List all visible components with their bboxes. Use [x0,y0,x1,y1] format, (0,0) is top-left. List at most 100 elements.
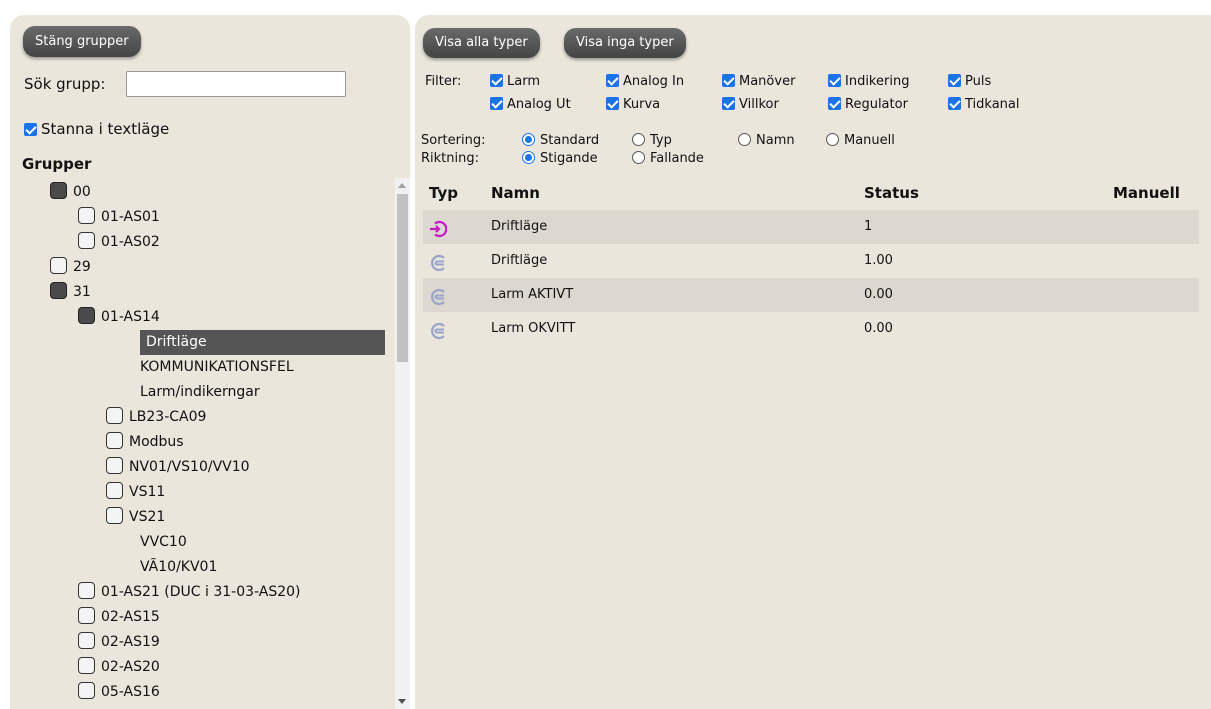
tree-item[interactable]: 05-AS16 [78,680,160,705]
column-header-type[interactable]: Typ [429,184,458,202]
filter-checkbox[interactable]: Regulator [828,97,908,112]
objects-panel [415,15,1211,709]
collapsed-group-icon[interactable] [78,632,95,649]
collapsed-group-icon[interactable] [106,432,123,449]
collapsed-group-icon[interactable] [106,457,123,474]
collapsed-group-icon[interactable] [78,232,95,249]
tree-item-label: 01-AS01 [101,209,160,225]
collapsed-group-icon[interactable] [106,507,123,524]
collapsed-group-icon[interactable] [50,257,67,274]
collapsed-group-icon[interactable] [78,682,95,699]
search-group-input[interactable] [126,71,346,97]
close-groups-button[interactable]: Stäng grupper [23,26,141,57]
tree-item[interactable]: KOMMUNIKATIONSFEL [140,355,294,380]
expanded-group-icon[interactable] [50,282,67,299]
tree-item[interactable]: VS11 [106,480,165,505]
tree-item[interactable]: 01-AS01 [78,205,160,230]
table-row[interactable]: Larm AKTIVT 0.00 [423,278,1199,312]
tree-item[interactable]: Larm/indikerngar [140,380,260,405]
radio-unselected-icon [738,133,751,146]
table-row[interactable]: Driftläge 1 [423,210,1199,244]
filter-checkbox[interactable]: Analog Ut [490,97,571,112]
filter-checkbox[interactable]: Kurva [606,97,660,112]
tree-item[interactable]: 02-AS15 [78,605,160,630]
tree-item-label: 02-AS19 [101,634,160,650]
table-row[interactable]: Larm OKVITT 0.00 [423,312,1199,346]
collapsed-group-icon[interactable] [78,657,95,674]
checkbox-checked-icon [24,123,37,136]
tree-item[interactable]: 02-AS19 [78,630,160,655]
tree-item[interactable]: VVC10 [140,530,187,555]
tree-item-label: 01-AS02 [101,234,160,250]
tree-item-label: 01-AS14 [101,309,160,325]
collapsed-group-icon[interactable] [78,607,95,624]
tree-item[interactable]: 02-AS20 [78,655,160,680]
row-status: 0.00 [864,287,893,302]
table-row[interactable]: Driftläge 1.00 [423,244,1199,278]
expanded-group-icon[interactable] [78,307,95,324]
scroll-down-icon[interactable] [398,699,406,704]
tree-item[interactable]: 00 [50,180,91,205]
show-no-types-button[interactable]: Visa inga typer [564,28,686,58]
tree-item[interactable]: 29 [50,255,91,280]
direction-option-label: Stigande [540,151,598,166]
column-header-name[interactable]: Namn [491,184,540,202]
filter-checkbox[interactable]: Indikering [828,74,909,89]
filter-label-text: Kurva [623,97,661,112]
tree-item-label: 31 [73,284,91,300]
filter-label-text: Indikering [845,74,910,89]
curve-icon [429,286,447,306]
groups-heading: Grupper [22,155,92,173]
tree-item[interactable]: VS21 [106,505,165,530]
tree-item-label: VS21 [129,509,166,525]
tree-item[interactable]: LB23-CA09 [106,405,206,430]
sort-radio[interactable]: Namn [738,133,795,148]
filter-label-text: Villkor [739,97,779,112]
stay-text-mode-checkbox[interactable]: Stanna i textläge [24,120,169,138]
tree-item[interactable]: 01-AS21 (DUC i 31-03-AS20) [78,580,301,605]
row-status: 1.00 [864,253,893,268]
tree-item-label: 02-AS15 [101,609,160,625]
tree-item[interactable]: 01-AS02 [78,230,160,255]
scroll-thumb[interactable] [397,194,408,362]
direction-radio[interactable]: Stigande [522,151,598,166]
collapsed-group-icon[interactable] [78,207,95,224]
tree-item[interactable]: VÃ10/KV01 [140,555,217,580]
expanded-group-icon[interactable] [50,182,67,199]
show-all-types-button[interactable]: Visa alla typer [423,28,540,58]
filter-checkbox[interactable]: Manöver [722,74,795,89]
tree-item-label: VÃ10/KV01 [140,559,218,575]
tree-item[interactable]: Driftläge [140,330,385,355]
sort-option-label: Manuell [844,133,895,148]
checkbox-checked-icon [948,74,961,87]
tree-item[interactable]: NV01/VS10/VV10 [106,455,250,480]
group-tree: 00 01-AS01 01-AS02 29 31 01-AS14 Driftläge KOMM… [20,178,385,709]
collapsed-group-icon[interactable] [106,407,123,424]
filter-checkbox[interactable]: Puls [948,74,991,89]
tree-item[interactable]: 31 [50,280,91,305]
radio-selected-icon [522,151,535,164]
sort-radio[interactable]: Typ [632,133,672,148]
tree-item[interactable]: Modbus [106,430,184,455]
scroll-up-icon[interactable] [398,183,406,188]
collapsed-group-icon[interactable] [78,582,95,599]
filter-checkbox[interactable]: Tidkanal [948,97,1020,112]
collapsed-group-icon[interactable] [106,482,123,499]
column-header-manual[interactable]: Manuell [1113,184,1180,202]
tree-item[interactable]: 01-AS14 [78,305,160,330]
direction-radio[interactable]: Fallande [632,151,704,166]
filter-checkbox[interactable]: Villkor [722,97,779,112]
command-icon [429,218,448,238]
tree-item-label: Modbus [129,434,184,450]
direction-option-label: Fallande [650,151,704,166]
tree-scrollbar[interactable] [395,178,410,709]
filter-checkbox[interactable]: Analog In [606,74,684,89]
sort-radio[interactable]: Manuell [826,133,895,148]
tree-item-label: KOMMUNIKATIONSFEL [140,359,294,375]
checkbox-checked-icon [948,97,961,110]
filter-checkbox[interactable]: Larm [490,74,540,89]
sort-radio[interactable]: Standard [522,133,599,148]
tree-item-label: NV01/VS10/VV10 [129,459,250,475]
column-header-status[interactable]: Status [864,184,919,202]
tree-item-label: Larm/indikerngar [140,384,260,400]
